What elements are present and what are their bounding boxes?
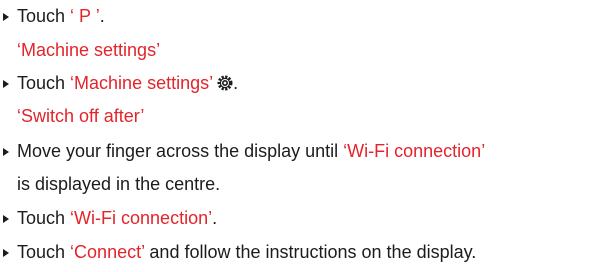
highlight-text: ‘Wi-Fi connection’: [70, 208, 213, 228]
bullet-icon: [3, 204, 11, 230]
step-text: Touch: [17, 73, 71, 93]
step-text: Move your finger across the display unti…: [17, 141, 344, 161]
step-1: Touch ‘ P ’.: [0, 3, 105, 29]
step-1-result: ‘Machine settings’: [17, 40, 161, 60]
step-text: .: [233, 73, 239, 93]
step-2-result: ‘Switch off after’: [17, 106, 145, 126]
step-2: Touch ‘Machine settings’ .: [0, 70, 238, 96]
bullet-icon: [3, 69, 11, 95]
bullet-icon: [3, 137, 11, 163]
bullet-icon: [3, 238, 11, 264]
step-text: and follow the instructions on the displ…: [144, 242, 477, 262]
highlight-text: ‘ P ’: [70, 6, 100, 26]
instruction-document: Touch ‘ P ’. ‘Machine settings’ Touch ‘M…: [0, 0, 591, 272]
step-text: Touch: [17, 208, 71, 228]
highlight-text: ‘Wi-Fi connection’: [343, 141, 486, 161]
step-text: Touch: [17, 6, 71, 26]
step-text: .: [212, 208, 218, 228]
step-3: Move your finger across the display unti…: [0, 138, 485, 164]
gear-icon: [217, 72, 233, 91]
step-4: Touch ‘Wi-Fi connection’.: [0, 205, 217, 231]
highlight-text: ‘Machine settings’: [70, 73, 214, 93]
step-text: Touch: [17, 242, 71, 262]
step-3-continuation: is displayed in the centre.: [17, 174, 221, 194]
step-5: Touch ‘Connect’ and follow the instructi…: [0, 239, 476, 265]
bullet-icon: [3, 2, 11, 28]
highlight-text: ‘Connect’: [70, 242, 145, 262]
step-text: .: [99, 6, 105, 26]
